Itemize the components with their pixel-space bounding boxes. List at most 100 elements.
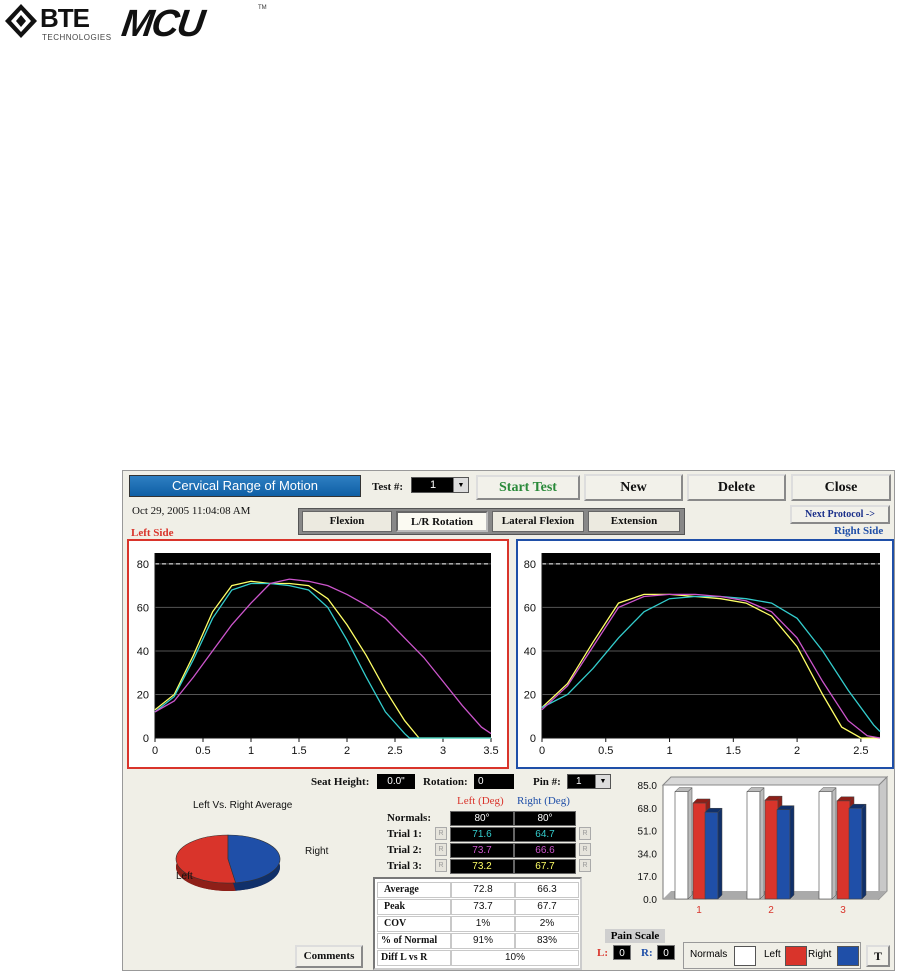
bar-side-right-trial-1 xyxy=(717,807,723,900)
bar-side-normals-trial-2 xyxy=(759,787,765,900)
cervical-rom-window: Cervical Range of Motion Test #: 1 ▼ Sta… xyxy=(122,470,895,971)
trial-2-right-reset-button[interactable]: R xyxy=(579,843,591,856)
stat-left-value: 91% xyxy=(451,933,515,949)
stat-right-value: 83% xyxy=(515,933,579,949)
trial-1-right-value: 64.7 xyxy=(514,827,576,842)
pin-label: Pin #: xyxy=(533,776,561,788)
stat-row-percent-normal: % of Normal 91% 83% xyxy=(377,933,579,949)
y-tick-label: 80 xyxy=(524,559,536,571)
y-tick-label: 0 xyxy=(530,733,536,745)
y-tick-label: 0 xyxy=(143,733,149,745)
pain-scale-label: Pain Scale xyxy=(605,929,665,943)
bte-subtitle: TECHNOLOGIES xyxy=(42,33,112,42)
trials-table: Normals: 80° 80° Trial 1: R 71.6 64.7 R … xyxy=(375,811,595,875)
pain-left-label: L: xyxy=(597,947,608,959)
stat-right-value: 2% xyxy=(515,916,579,932)
next-protocol-button[interactable]: Next Protocol -> xyxy=(790,505,890,524)
rotation-value: 0 xyxy=(474,774,514,789)
pain-right-value[interactable]: 0 xyxy=(657,945,675,960)
pain-right-label: R: xyxy=(641,947,653,959)
x-tick-label: 2.5 xyxy=(853,745,868,757)
x-tick-label: 0.5 xyxy=(195,745,210,757)
tab-lateral-flexion[interactable]: Lateral Flexion xyxy=(492,511,584,532)
bar-plot-top xyxy=(661,776,889,786)
x-tick-label: 2 xyxy=(794,745,800,757)
test-number-value: 1 xyxy=(430,479,437,491)
x-tick-label: 1 xyxy=(666,745,672,757)
tab-extension[interactable]: Extension xyxy=(588,511,680,532)
bar-side-normals-trial-1 xyxy=(687,787,693,900)
trial-1-left-reset-button[interactable]: R xyxy=(435,827,447,840)
rotation-label: Rotation: xyxy=(423,776,468,788)
tab-lr-rotation[interactable]: L/R Rotation xyxy=(396,511,488,532)
test-number-label: Test #: xyxy=(372,481,404,493)
x-tick-label: 1.5 xyxy=(291,745,306,757)
tab-flexion[interactable]: Flexion xyxy=(302,511,392,532)
trial-3-left-reset-button[interactable]: R xyxy=(435,859,447,872)
module-title: Cervical Range of Motion xyxy=(129,475,361,497)
motion-tab-bar: Flexion L/R Rotation Lateral Flexion Ext… xyxy=(298,508,685,535)
chevron-down-icon: ▼ xyxy=(453,478,468,492)
stat-right-value: 67.7 xyxy=(515,899,579,915)
statistics-table: Average 72.8 66.3 Peak 73.7 67.7 COV 1% … xyxy=(373,877,582,970)
right-side-label: Right Side xyxy=(834,525,884,537)
trial-3-left-value: 73.2 xyxy=(450,859,514,874)
trial-1-right-reset-button[interactable]: R xyxy=(579,827,591,840)
x-tick-label: 3 xyxy=(440,745,446,757)
left-side-chart-panel: 0 20 40 60 80 0 0.5 1 1.5 2 2.5 3 3.5 xyxy=(127,539,509,769)
bar-y-tick-label: 85.0 xyxy=(638,781,658,792)
trial-2-right-value: 66.6 xyxy=(514,843,576,858)
legend-right-label: Right xyxy=(808,949,832,960)
bar-y-tick-label: 0.0 xyxy=(643,895,657,906)
right-side-chart-panel: 0 20 40 60 80 0 0.5 1 1.5 2 2.5 xyxy=(516,539,894,769)
legend-left-swatch xyxy=(785,946,807,966)
bar-x-tick-label: 3 xyxy=(840,905,846,916)
normals-left-value: 80° xyxy=(450,811,514,826)
plot-area xyxy=(542,553,880,738)
bte-wordmark: BTE xyxy=(40,3,90,33)
bar-normals-trial-2 xyxy=(746,791,761,900)
mcu-logo: MCU xyxy=(119,3,206,45)
y-tick-label: 40 xyxy=(524,646,536,658)
pin-value: 1 xyxy=(576,776,582,787)
pie-left-label: Left xyxy=(176,871,193,882)
stat-row-peak: Peak 73.7 67.7 xyxy=(377,899,579,915)
stat-left-value: 72.8 xyxy=(451,882,515,898)
stat-label: COV xyxy=(377,916,451,932)
pin-select[interactable]: 1 ▼ xyxy=(567,774,611,789)
comments-button[interactable]: Comments xyxy=(295,945,363,968)
t-button[interactable]: T xyxy=(866,945,890,967)
trial-3-right-value: 67.7 xyxy=(514,859,576,874)
start-test-button[interactable]: Start Test xyxy=(476,475,580,500)
y-tick-label: 60 xyxy=(137,602,149,614)
test-datetime: Oct 29, 2005 11:04:08 AM xyxy=(132,505,251,517)
bar-left-trial-1 xyxy=(692,802,707,900)
delete-button[interactable]: Delete xyxy=(687,474,786,501)
stat-left-value: 73.7 xyxy=(451,899,515,915)
test-number-select[interactable]: 1 ▼ xyxy=(411,477,469,493)
bar-x-tick-label: 2 xyxy=(768,905,774,916)
pie-right-label: Right xyxy=(305,846,329,857)
pain-left-value[interactable]: 0 xyxy=(613,945,631,960)
left-side-label: Left Side xyxy=(131,527,174,539)
x-tick-label: 1.5 xyxy=(726,745,741,757)
bar-side-normals-trial-3 xyxy=(831,787,837,900)
x-tick-label: 1 xyxy=(248,745,254,757)
legend-right-swatch xyxy=(837,946,859,966)
x-tick-label: 3.5 xyxy=(483,745,498,757)
x-tick-label: 2.5 xyxy=(387,745,402,757)
trial-3-right-reset-button[interactable]: R xyxy=(579,859,591,872)
close-button[interactable]: Close xyxy=(791,474,891,501)
stat-diff-value: 10% xyxy=(451,950,579,966)
trial-1-label: Trial 1: xyxy=(387,828,422,840)
left-vs-right-pie-chart xyxy=(175,834,281,891)
right-deg-header: Right (Deg) xyxy=(517,795,570,807)
seat-height-label: Seat Height: xyxy=(311,776,370,788)
new-button[interactable]: New xyxy=(584,474,683,501)
bar-side-right-trial-2 xyxy=(789,805,795,900)
trial-2-left-reset-button[interactable]: R xyxy=(435,843,447,856)
stat-row-cov: COV 1% 2% xyxy=(377,916,579,932)
bte-diamond-icon xyxy=(5,4,37,38)
trial-bar-chart: 0.0 17.0 34.0 51.0 68.0 85.0 1 2 3 xyxy=(638,775,889,916)
bar-x-tick-label: 1 xyxy=(696,905,702,916)
